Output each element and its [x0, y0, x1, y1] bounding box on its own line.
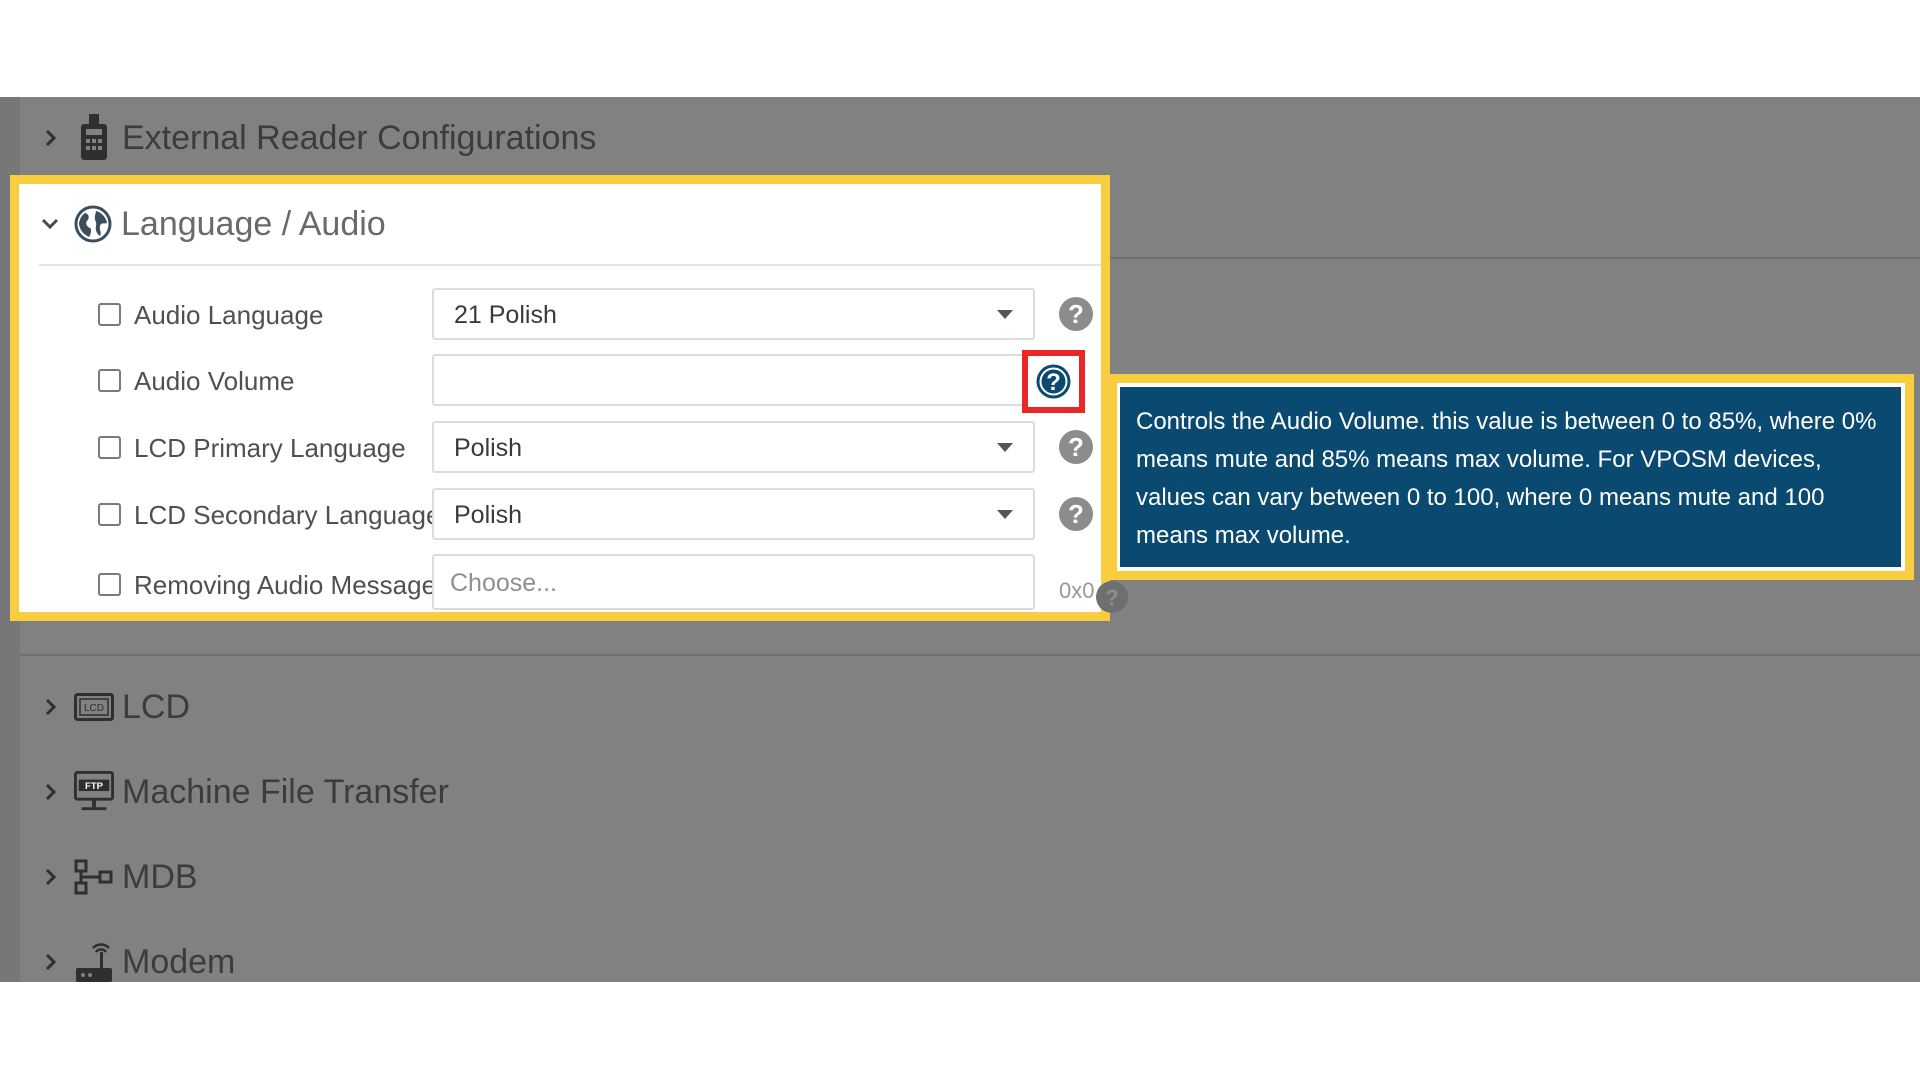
lcd-secondary-language-checkbox[interactable] [98, 503, 121, 526]
question-circle-icon: ? [1096, 581, 1128, 613]
focus-highlight: ? [1022, 350, 1085, 413]
divider [20, 654, 1920, 656]
hex-value: 0x0 [1059, 578, 1095, 603]
divider [1110, 257, 1920, 259]
field-row-lcd-primary-language: LCD Primary Language Polish ? [19, 421, 1101, 473]
question-circle-icon[interactable]: ? [1035, 363, 1072, 400]
field-row-audio-language: Audio Language 21 Polish ? [19, 288, 1101, 340]
language-audio-panel: Language / Audio Audio Language 21 Polis… [10, 175, 1110, 621]
lcd-secondary-language-select[interactable]: Polish [432, 488, 1035, 540]
field-label: Audio Language [134, 300, 324, 330]
section-title: MDB [122, 857, 198, 896]
svg-text:?: ? [1105, 585, 1118, 610]
audio-language-checkbox[interactable] [98, 303, 121, 326]
caret-down-icon [997, 443, 1013, 452]
section-mdb[interactable]: MDB [40, 852, 198, 902]
card-reader-icon [74, 114, 114, 160]
audio-language-select[interactable]: 21 Polish [432, 288, 1035, 340]
lcd-primary-language-checkbox[interactable] [98, 436, 121, 459]
section-title: Language / Audio [121, 204, 386, 243]
section-language-audio[interactable]: Language / Audio [39, 184, 1101, 266]
svg-text:?: ? [1068, 499, 1084, 529]
svg-text:?: ? [1068, 432, 1084, 462]
caret-down-icon [997, 510, 1013, 519]
modem-icon [74, 940, 114, 982]
question-circle-icon[interactable]: ? [1058, 296, 1094, 332]
globe-icon [73, 202, 113, 246]
audio-volume-checkbox[interactable] [98, 369, 121, 392]
question-circle-icon[interactable]: ? [1058, 496, 1094, 532]
removing-audio-message-checkbox[interactable] [98, 573, 121, 596]
chevron-right-icon [40, 781, 62, 803]
section-modem[interactable]: Modem [40, 937, 235, 982]
field-label: LCD Primary Language [134, 433, 406, 463]
svg-text:LCD: LCD [84, 703, 104, 714]
lcd-icon: LCD [74, 685, 114, 729]
lcd-primary-language-select[interactable]: Polish [432, 421, 1035, 473]
section-lcd[interactable]: LCD LCD [40, 682, 190, 732]
field-row-lcd-secondary-language: LCD Secondary Language Polish ? [19, 488, 1101, 540]
svg-text:?: ? [1068, 299, 1084, 329]
selected-value: 21 Polish [454, 301, 557, 329]
selected-value: Polish [454, 501, 523, 529]
section-machine-file-transfer[interactable]: FTP Machine File Transfer [40, 767, 449, 817]
section-title: Modem [122, 942, 236, 981]
field-row-removing-audio-message: Removing Audio Message Choose... 0x0 [19, 554, 1101, 610]
selected-value: Polish [454, 434, 523, 462]
placeholder-text: Choose... [450, 569, 558, 597]
section-title: Machine File Transfer [122, 772, 449, 811]
svg-text:?: ? [1046, 369, 1061, 396]
ftp-icon: FTP [74, 770, 114, 814]
audio-volume-input[interactable] [432, 354, 1035, 406]
audio-volume-tooltip: Controls the Audio Volume. this value is… [1120, 387, 1901, 567]
svg-text:FTP: FTP [85, 781, 104, 792]
chevron-right-icon [40, 127, 62, 149]
chevron-right-icon [40, 696, 62, 718]
chevron-down-icon [39, 213, 61, 235]
chevron-right-icon [40, 951, 62, 973]
removing-audio-message-multiselect[interactable]: Choose... [432, 554, 1035, 610]
section-title: LCD [122, 687, 191, 726]
field-label: Removing Audio Message [134, 570, 437, 600]
section-title: External Reader Configurations [122, 118, 597, 157]
field-label: Audio Volume [134, 366, 295, 396]
caret-down-icon [997, 310, 1013, 319]
field-row-audio-volume: Audio Volume [19, 354, 1101, 406]
field-label: LCD Secondary Language [134, 500, 441, 530]
chevron-right-icon [40, 866, 62, 888]
section-external-reader[interactable]: External Reader Configurations [40, 113, 596, 163]
tooltip-highlight: Controls the Audio Volume. this value is… [1108, 374, 1914, 580]
question-circle-icon[interactable]: ? [1058, 429, 1094, 465]
mdb-icon [74, 855, 114, 899]
